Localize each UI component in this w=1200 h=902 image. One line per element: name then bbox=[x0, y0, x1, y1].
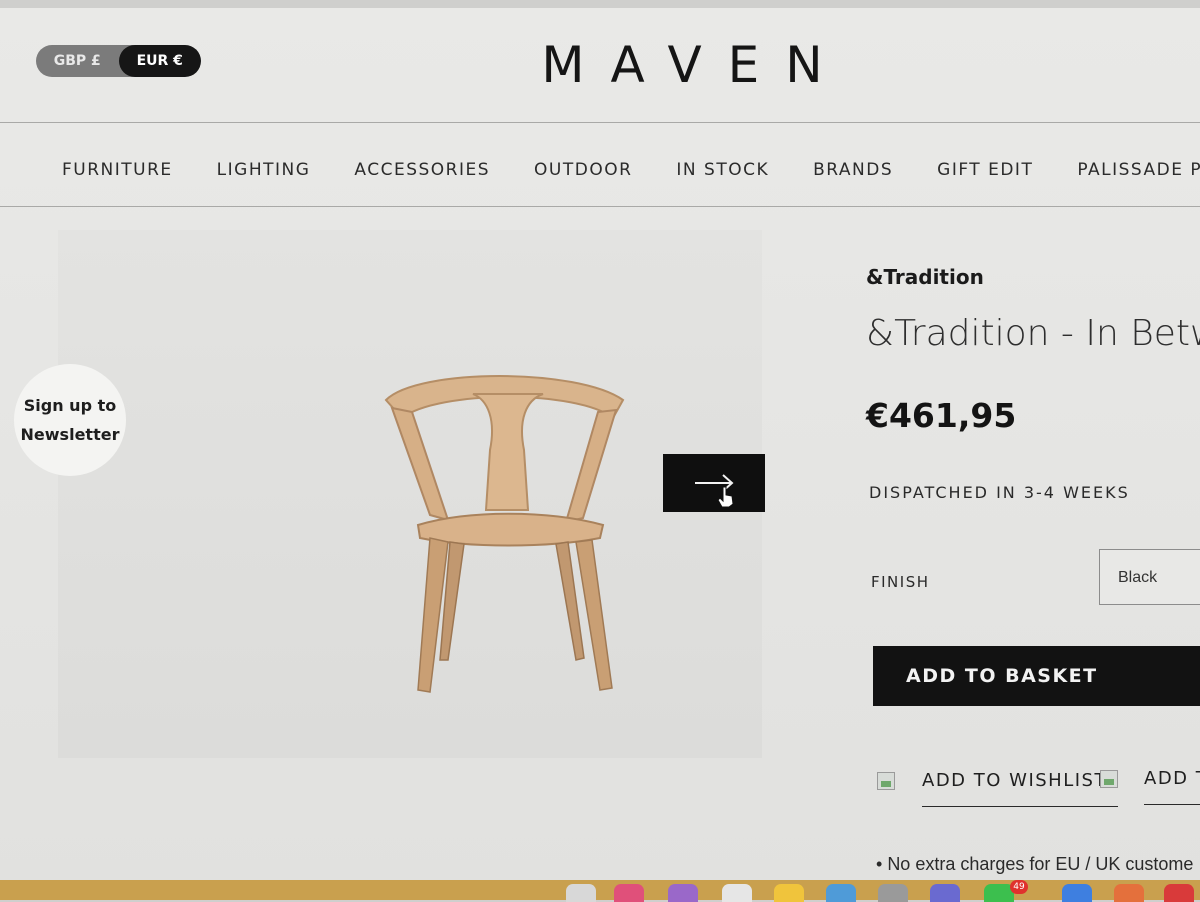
product-price: €461,95 bbox=[866, 396, 1017, 435]
product-brand[interactable]: &Tradition bbox=[866, 265, 984, 289]
finish-select[interactable]: Black bbox=[1099, 549, 1200, 605]
dock-app-icon[interactable] bbox=[1164, 884, 1194, 902]
nav-item-in-stock[interactable]: IN STOCK bbox=[676, 160, 769, 180]
nav-item-lighting[interactable]: LIGHTING bbox=[217, 160, 311, 180]
dock-app-icon[interactable] bbox=[1114, 884, 1144, 902]
nav-item-accessories[interactable]: ACCESSORIES bbox=[354, 160, 490, 180]
dock-app-icon[interactable] bbox=[826, 884, 856, 902]
nav-item-furniture[interactable]: FURNITURE bbox=[62, 160, 173, 180]
dock-app-icon[interactable] bbox=[930, 884, 960, 902]
dock-app-icon[interactable] bbox=[614, 884, 644, 902]
newsletter-signup-badge[interactable]: Sign up to Newsletter bbox=[14, 364, 126, 476]
site-logo[interactable]: MAVEN bbox=[0, 36, 1200, 94]
wishlist-underline bbox=[922, 806, 1118, 807]
add-to-secondary-button[interactable]: ADD T bbox=[1144, 768, 1200, 789]
product-title: &Tradition - In Betw bbox=[866, 313, 1200, 354]
shipping-note: • No extra charges for EU / UK custome bbox=[876, 854, 1194, 874]
dock-app-icon[interactable] bbox=[774, 884, 804, 902]
product-image-gallery bbox=[58, 230, 765, 758]
nav-item-brands[interactable]: BRANDS bbox=[813, 160, 893, 180]
dock-app-icon[interactable] bbox=[722, 884, 752, 902]
dock-app-icon[interactable] bbox=[1062, 884, 1092, 902]
hand-pointer-icon bbox=[717, 486, 734, 508]
main-navigation: FURNITURE LIGHTING ACCESSORIES OUTDOOR I… bbox=[62, 160, 1200, 180]
broken-image-icon bbox=[1100, 770, 1118, 788]
nav-item-outdoor[interactable]: OUTDOOR bbox=[534, 160, 632, 180]
dock-app-icon[interactable] bbox=[878, 884, 908, 902]
chair-product-image bbox=[384, 375, 625, 693]
nav-item-palissade[interactable]: PALISSADE PRO bbox=[1077, 160, 1200, 180]
dispatch-time: DISPATCHED IN 3-4 WEEKS bbox=[869, 483, 1130, 502]
finish-label: FINISH bbox=[871, 573, 930, 591]
dock-app-icon[interactable] bbox=[566, 884, 596, 902]
newsletter-line-1: Sign up to bbox=[23, 396, 117, 415]
secondary-underline bbox=[1144, 804, 1200, 805]
dock-app-icon[interactable] bbox=[668, 884, 698, 902]
broken-image-icon bbox=[877, 772, 895, 790]
add-to-basket-button[interactable]: ADD TO BASKET bbox=[873, 646, 1200, 706]
add-to-wishlist-button[interactable]: ADD TO WISHLIST bbox=[922, 770, 1107, 791]
browser-viewport: GBP £ EUR € MAVEN FURNITURE LIGHTING ACC… bbox=[0, 8, 1200, 888]
header-divider bbox=[0, 122, 1200, 123]
next-image-button[interactable] bbox=[663, 454, 765, 512]
newsletter-line-2: Newsletter bbox=[20, 425, 120, 444]
shipping-note-text: No extra charges for EU / UK custome bbox=[887, 854, 1194, 874]
nav-item-gift-edit[interactable]: GIFT EDIT bbox=[937, 160, 1033, 180]
nav-divider bbox=[0, 206, 1200, 207]
dock-notification-badge: 49 bbox=[1010, 880, 1028, 894]
